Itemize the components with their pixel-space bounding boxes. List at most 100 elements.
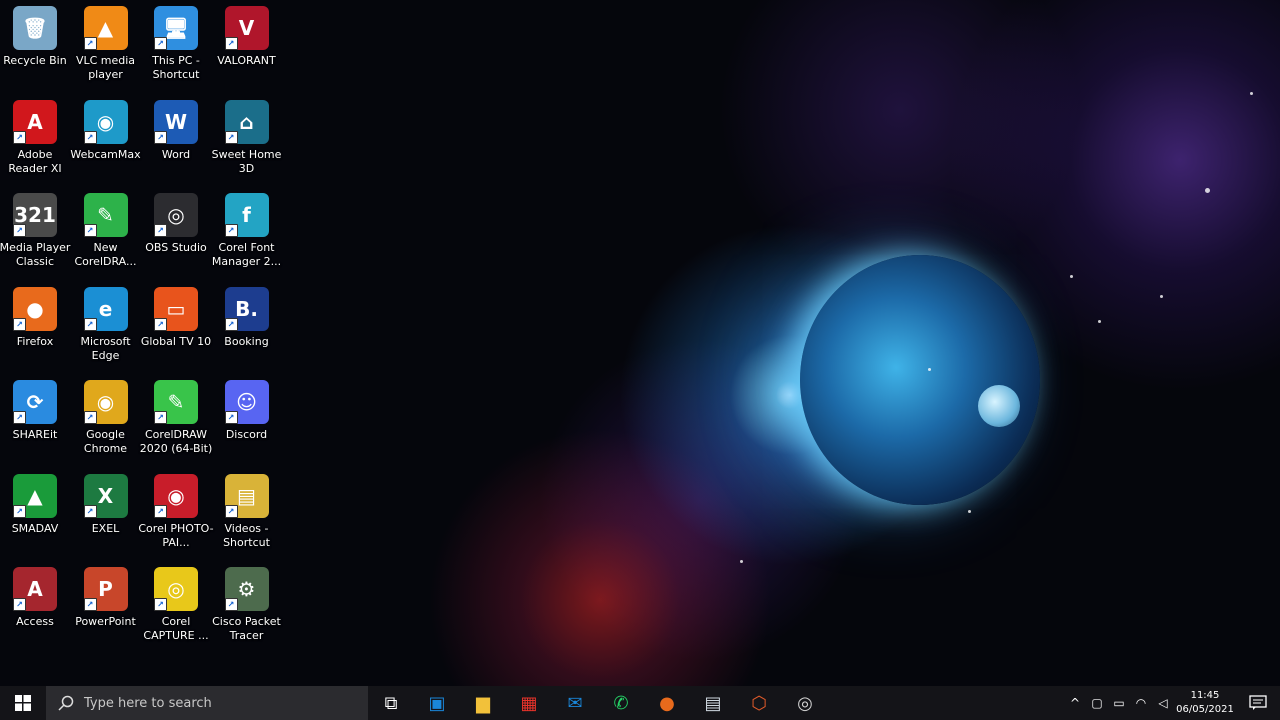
shortcut-arrow-icon: ↗: [83, 504, 97, 518]
desktop-icon[interactable]: ▭ ↗ Global TV 10: [141, 281, 211, 349]
taskbar-app-button[interactable]: ✉: [552, 686, 598, 720]
security-icon: ⬡: [751, 692, 767, 714]
desktop-icon-label: Corel CAPTURE ...: [143, 615, 209, 642]
desktop-icon[interactable]: X ↗ EXEL: [71, 468, 141, 536]
folder-icon: ▤: [704, 692, 722, 714]
desktop-icon-label: CorelDRAW 2020 (64-Bit): [139, 428, 213, 455]
desktop-icon[interactable]: W ↗ Word: [141, 94, 211, 162]
taskbar: Type here to search ⧉ ▣ ▆ ▦ ✉ ✆ ● ▤ ⬡ ◎ ^ ▢ ▭ ◠ ◁ 11:…: [0, 686, 1280, 720]
desktop-icon[interactable]: ▤ ↗ Videos - Shortcut: [212, 468, 282, 550]
shortcut-arrow-icon: ↗: [154, 130, 167, 144]
desktop-icon[interactable]: ⌂ ↗ Sweet Home 3D: [212, 94, 282, 176]
app-icon: ☺ ↗: [224, 380, 269, 424]
desktop-icon[interactable]: P ↗ PowerPoint: [71, 561, 141, 629]
desktop-icon[interactable]: B. ↗ Booking: [212, 281, 282, 349]
app-icon: 🗑: [13, 6, 57, 50]
desktop-icon[interactable]: ◉ ↗ WebcamMax: [70, 94, 141, 162]
desktop-icon-label: Adobe Reader XI: [8, 147, 62, 175]
desktop-icon[interactable]: ✎ ↗ New CorelDRA...: [71, 187, 141, 269]
shortcut-arrow-icon: ↗: [83, 317, 97, 331]
desktop-icon[interactable]: ▲ ↗ SMADAV: [0, 468, 70, 536]
desktop-icon[interactable]: ☺ ↗ Discord: [212, 374, 282, 442]
clock-time: 11:45: [1190, 690, 1220, 701]
desktop-icon[interactable]: f ↗ Corel Font Manager 2...: [212, 187, 282, 269]
obs-icon: ◎: [797, 692, 813, 714]
wallpaper-star: [968, 510, 971, 513]
desktop-icon-label: Recycle Bin: [3, 54, 67, 67]
desktop-icon[interactable]: ▲ ↗ VLC media player: [71, 0, 141, 82]
desktop-icon[interactable]: 🖥 ↗ This PC - Shortcut: [141, 0, 211, 82]
app-icon: ◉ ↗: [83, 99, 128, 144]
desktop-icon[interactable]: e ↗ Microsoft Edge: [71, 281, 141, 363]
app-icon: ▭ ↗: [154, 286, 198, 331]
taskbar-app-button[interactable]: ▤: [690, 686, 736, 720]
shortcut-arrow-icon: ↗: [13, 317, 26, 331]
taskbar-app-button[interactable]: ◎: [782, 686, 828, 720]
wifi-icon[interactable]: ◠: [1130, 686, 1152, 720]
desktop-icon[interactable]: ⟳ ↗ SHAREit: [0, 374, 70, 442]
app-icon: ◉ ↗: [154, 473, 198, 518]
start-button[interactable]: [0, 686, 46, 720]
shortcut-arrow-icon: ↗: [83, 411, 97, 424]
task-view-icon: ⧉: [384, 692, 398, 714]
volume-icon[interactable]: ◁: [1152, 686, 1174, 720]
desktop-icon-label: EXEL: [91, 521, 120, 535]
shortcut-arrow-icon: ↗: [224, 504, 238, 518]
desktop-icon-label: SHAREit: [12, 428, 58, 441]
app-icon: ● ↗: [13, 286, 57, 331]
app-icon: ◉ ↗: [83, 380, 128, 424]
desktop-icon-label: New CorelDRA...: [74, 241, 137, 268]
taskbar-app-button[interactable]: ▦: [506, 686, 552, 720]
wallpaper-star: [928, 368, 931, 371]
taskbar-app-button[interactable]: ⧉: [368, 686, 414, 720]
app-icon: X ↗: [83, 473, 128, 518]
shortcut-arrow-icon: ↗: [83, 37, 97, 50]
desktop-icon[interactable]: ◉ ↗ Google Chrome: [71, 374, 141, 456]
taskbar-app-button[interactable]: ●: [644, 686, 690, 720]
shortcut-arrow-icon: ↗: [83, 598, 97, 611]
desktop-icon-label: Firefox: [16, 334, 54, 348]
taskbar-app-button[interactable]: ⬡: [736, 686, 782, 720]
desktop-icon[interactable]: ◉ ↗ Corel PHOTO-PAI...: [138, 468, 214, 550]
taskbar-app-button[interactable]: ✆: [598, 686, 644, 720]
store-icon: ▣: [428, 692, 446, 714]
app-icon: V ↗: [224, 6, 269, 50]
taskbar-search-box[interactable]: Type here to search: [46, 686, 368, 720]
desktop-icon[interactable]: ✎ ↗ CorelDRAW 2020 (64-Bit): [139, 374, 213, 456]
desktop-icon[interactable]: 🗑 Recycle Bin: [0, 0, 70, 68]
desktop-icon-label: VLC media player: [75, 54, 136, 81]
shortcut-arrow-icon: ↗: [154, 37, 167, 50]
app-icon: ⌂ ↗: [224, 99, 269, 144]
action-center-button[interactable]: [1236, 686, 1280, 720]
taskbar-app-button[interactable]: ▆: [460, 686, 506, 720]
desktop-icon[interactable]: 321 ↗ Media Player Classic: [0, 187, 70, 269]
desktop-icon-label: Discord: [225, 428, 268, 441]
clock-date: 06/05/2021: [1176, 704, 1234, 715]
desktop-icon[interactable]: ◎ ↗ OBS Studio: [141, 187, 211, 255]
desktop-icon-label: SMADAV: [11, 521, 59, 535]
desktop-icon[interactable]: ◎ ↗ Corel CAPTURE ...: [141, 561, 211, 643]
desktop-icon[interactable]: V ↗ VALORANT: [212, 0, 282, 68]
search-icon: [58, 695, 74, 711]
desktop-icon-label: Corel Font Manager 2...: [211, 241, 282, 268]
taskbar-clock[interactable]: 11:45 06/05/2021: [1174, 689, 1236, 717]
battery-icon[interactable]: ▭: [1108, 686, 1130, 720]
desktop-icon[interactable]: ● ↗ Firefox: [0, 281, 70, 349]
desktop-icon-label: Media Player Classic: [0, 241, 71, 268]
mail-icon: ✉: [567, 692, 583, 714]
app-icon: ▲ ↗: [83, 6, 128, 50]
app-icon: ◎ ↗: [154, 193, 198, 237]
whatsapp-icon: ✆: [613, 692, 629, 714]
meet-now-icon[interactable]: ▢: [1086, 686, 1108, 720]
app-icon: A ↗: [13, 567, 57, 611]
windows-logo-icon: [15, 695, 31, 711]
desktop-icon[interactable]: ⚙ ↗ Cisco Packet Tracer: [212, 561, 282, 643]
desktop-icon[interactable]: A ↗ Access: [0, 561, 70, 629]
app-icon: ✎ ↗: [154, 380, 198, 424]
chevron-up-icon[interactable]: ^: [1064, 686, 1086, 720]
desktop-icon-label: Sweet Home 3D: [211, 147, 282, 175]
app-icon: ⚙ ↗: [224, 567, 269, 611]
desktop-icon[interactable]: A ↗ Adobe Reader XI: [0, 94, 70, 176]
shortcut-arrow-icon: ↗: [224, 411, 238, 424]
taskbar-app-button[interactable]: ▣: [414, 686, 460, 720]
